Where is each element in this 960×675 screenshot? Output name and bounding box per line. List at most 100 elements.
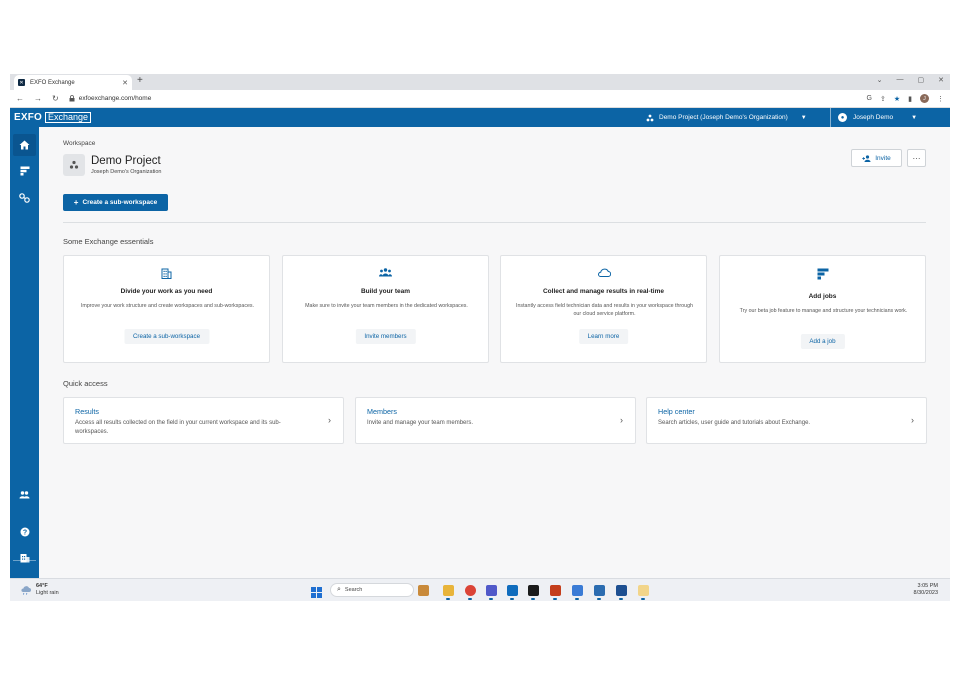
people-icon <box>19 491 30 499</box>
bookmark-star-icon[interactable]: ★ <box>894 95 900 103</box>
sidepanel-icon[interactable]: ▮ <box>908 95 912 103</box>
profile-avatar[interactable]: J <box>920 94 929 103</box>
browser-tab-bar: ✕ EXFO Exchange ✕ + ⌄ — ▢ ✕ <box>10 74 950 90</box>
tab-search-icon[interactable]: ⌄ <box>877 76 883 84</box>
essential-card-description: Try our beta job feature to manage and s… <box>739 308 908 314</box>
share-icon[interactable]: ⇪ <box>880 95 886 103</box>
nav-jobs[interactable] <box>13 160 36 182</box>
nav-organization[interactable] <box>13 547 36 569</box>
cloud-icon <box>501 268 706 277</box>
quick-access-results[interactable]: Results Access all results collected on … <box>63 397 344 444</box>
nav-members[interactable] <box>13 484 36 506</box>
more-options-button[interactable]: ··· <box>907 149 926 167</box>
taskbar-widget-icon[interactable] <box>418 585 429 596</box>
exfo-exchange-logo[interactable]: EXFO Exchange <box>10 108 92 127</box>
invite-members-link[interactable]: Invite members <box>355 329 416 344</box>
browser-tab[interactable]: ✕ EXFO Exchange ✕ <box>14 75 132 90</box>
essential-card-description: Instantly access field technician data a… <box>516 303 693 317</box>
learn-more-link[interactable]: Learn more <box>578 329 629 344</box>
essential-card-title: Build your team <box>360 288 411 295</box>
close-window-icon[interactable]: ✕ <box>938 76 944 84</box>
svg-text:?: ? <box>22 529 26 536</box>
teams-icon[interactable] <box>486 585 497 596</box>
building-icon <box>64 268 269 279</box>
logo-secondary: Exchange <box>45 112 92 123</box>
quick-access-help-center[interactable]: Help center Search articles, user guide … <box>646 397 927 444</box>
paint-app-icon[interactable] <box>638 585 649 596</box>
minimize-icon[interactable]: — <box>897 76 904 84</box>
essential-card-title: Divide your work as you need <box>120 288 213 295</box>
weather-condition: Light rain <box>36 590 59 596</box>
organization-icon <box>20 554 29 563</box>
user-name: Joseph Demo <box>853 114 894 121</box>
browser-extensions: G ⇪ ★ ▮ J ⋮ <box>867 94 944 103</box>
jobs-icon <box>720 268 925 280</box>
add-job-link[interactable]: Add a job <box>800 334 845 349</box>
chevron-down-icon: ▼ <box>911 114 918 121</box>
browser-menu-icon[interactable]: ⋮ <box>937 95 944 103</box>
google-icon[interactable]: G <box>867 95 872 102</box>
powerpoint-icon[interactable] <box>550 585 561 596</box>
workspace-label: Workspace <box>63 140 96 147</box>
create-sub-workspace-link[interactable]: Create a sub-workspace <box>123 329 210 344</box>
running-indicator <box>489 598 493 600</box>
running-indicator <box>575 598 579 600</box>
running-indicator <box>446 598 450 600</box>
workspace-header: Demo Project Joseph Demo's Organization <box>63 154 161 176</box>
quick-access-title-text: Results <box>75 407 99 416</box>
remote-app-icon[interactable] <box>594 585 605 596</box>
weather-widget[interactable]: 64°F Light rain <box>20 583 59 597</box>
outlook-icon[interactable] <box>507 585 518 596</box>
new-tab-icon[interactable]: + <box>137 75 143 86</box>
project-selector[interactable]: Demo Project (Joseph Demo's Organization… <box>646 108 807 127</box>
jobs-icon <box>20 166 29 176</box>
running-indicator <box>468 598 472 600</box>
weather-icon <box>21 586 31 595</box>
nav-tools[interactable] <box>13 187 36 209</box>
create-sub-workspace-button[interactable]: + Create a sub-workspace <box>63 194 168 211</box>
taskbar: 64°F Light rain ⌕ Search 3:05 PM 8/30/20… <box>10 578 950 601</box>
url-field[interactable]: exfoexchange.com/home <box>69 95 867 102</box>
invite-button[interactable]: Invite <box>851 149 902 167</box>
nav-help[interactable]: ? <box>13 521 36 543</box>
running-indicator <box>597 598 601 600</box>
main-content: Workspace Demo Project Joseph Demo's Org… <box>39 127 950 578</box>
app-icon[interactable] <box>528 585 539 596</box>
maximize-icon[interactable]: ▢ <box>918 76 925 84</box>
essential-card-title: Add jobs <box>808 293 837 300</box>
chat-app-icon[interactable] <box>616 585 627 596</box>
user-avatar-icon: ● <box>838 113 847 122</box>
running-indicator <box>619 598 623 600</box>
quick-access-members[interactable]: Members Invite and manage your team memb… <box>355 397 636 444</box>
reload-icon[interactable]: ↻ <box>52 94 59 103</box>
window-controls: ⌄ — ▢ ✕ <box>877 76 944 84</box>
search-placeholder: Search <box>344 587 363 593</box>
taskbar-search[interactable]: ⌕ Search <box>330 583 414 597</box>
close-tab-icon[interactable]: ✕ <box>122 79 128 87</box>
left-navigation: ? <box>10 127 39 578</box>
essentials-title: Some Exchange essentials <box>63 237 154 246</box>
clock-date: 8/30/2023 <box>913 590 938 596</box>
screen: ✕ EXFO Exchange ✕ + ⌄ — ▢ ✕ ← → ↻ exfoex… <box>10 74 950 601</box>
running-indicator <box>641 598 645 600</box>
url-text: exfoexchange.com/home <box>78 95 152 102</box>
essential-card-collect-results: Collect and manage results in real-time … <box>500 255 707 363</box>
logo-primary: EXFO <box>14 112 43 123</box>
essential-card-description: Improve your work structure and create w… <box>80 303 255 309</box>
network-app-icon[interactable] <box>572 585 583 596</box>
chevron-right-icon: › <box>911 415 914 425</box>
nav-home[interactable] <box>13 134 36 156</box>
windows-start-icon[interactable] <box>311 585 322 601</box>
quick-access-description: Invite and manage your team members. <box>367 420 474 426</box>
chrome-icon[interactable] <box>465 585 476 596</box>
running-indicator <box>510 598 514 600</box>
forward-icon[interactable]: → <box>34 94 42 103</box>
essential-card-divide-work: Divide your work as you need Improve you… <box>63 255 270 363</box>
system-clock[interactable]: 3:05 PM 8/30/2023 <box>914 583 938 597</box>
back-icon[interactable]: ← <box>16 94 24 103</box>
user-menu[interactable]: ● Joseph Demo ▼ <box>838 108 917 127</box>
file-explorer-icon[interactable] <box>443 585 454 596</box>
workspace-icon <box>646 114 654 121</box>
quick-access-description: Access all results collected on the fiel… <box>75 420 281 435</box>
tools-icon <box>19 193 30 203</box>
